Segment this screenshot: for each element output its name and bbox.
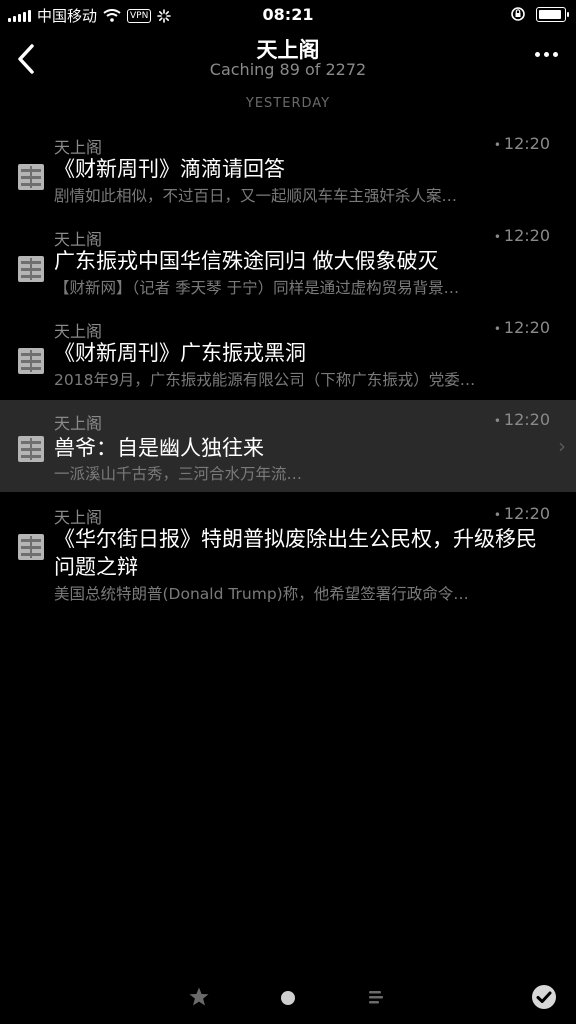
chevron-right-icon: ›: [558, 434, 566, 458]
battery-icon: [536, 6, 569, 22]
article-time: 12:20: [494, 226, 550, 245]
article-row[interactable]: 天上阁 12:20 《财新周刊》滴滴请回答 剧情如此相似，不过百日，又一起顺风车…: [0, 130, 576, 222]
article-summary: 剧情如此相似，不过百日，又一起顺风车车主强奸杀人案…: [54, 187, 458, 205]
article-row-selected[interactable]: 天上阁 12:20 兽爷：自是幽人独往来 一派溪山千古秀，三河合水万年流… ›: [0, 400, 576, 492]
article-time: 12:20: [494, 410, 550, 429]
article-summary: 2018年9月，广东振戎能源有限公司（下称广东振戎）党委…: [54, 371, 476, 389]
status-right: [510, 6, 569, 22]
article-row[interactable]: 天上阁 12:20 《财新周刊》广东振戎黑洞 2018年9月，广东振戎能源有限公…: [0, 314, 576, 406]
list-icon[interactable]: [366, 988, 386, 1006]
unread-dot-icon[interactable]: [279, 989, 297, 1007]
status-time: 08:21: [262, 5, 314, 24]
status-bar: 中国移动 VPN 08:21: [0, 0, 576, 30]
feed-brick-icon: [18, 436, 44, 462]
caching-status: Caching 89 of 2272: [209, 60, 367, 79]
article-title: 《财新周刊》滴滴请回答: [54, 157, 285, 181]
star-icon[interactable]: [188, 986, 210, 1008]
bottom-toolbar: [0, 964, 576, 1024]
article-time: 12:20: [494, 504, 550, 523]
more-options-icon[interactable]: [535, 52, 558, 57]
rotation-lock-icon: [511, 7, 525, 21]
article-summary: 【财新网】（记者 季天琴 于宁）同样是通过虚构贸易背景…: [54, 279, 460, 297]
mark-all-read-check-icon[interactable]: [531, 984, 557, 1010]
article-row[interactable]: 天上阁 12:20 《华尔街日报》特朗普拟废除出生公民权，升级移民问题之辩 美国…: [0, 500, 576, 620]
article-title: 广东振戎中国华信殊途同归 做大假象破灭: [54, 249, 439, 273]
feed-brick-icon: [18, 348, 44, 374]
feed-brick-icon: [18, 256, 44, 282]
article-time: 12:20: [494, 318, 550, 337]
article-title: 《财新周刊》广东振戎黑洞: [54, 341, 306, 365]
article-summary: 美国总统特朗普(Donald Trump)称，他希望签署行政命令…: [54, 585, 469, 603]
article-row[interactable]: 天上阁 12:20 广东振戎中国华信殊途同归 做大假象破灭 【财新网】（记者 季…: [0, 222, 576, 314]
article-title: 《华尔街日报》特朗普拟废除出生公民权，升级移民问题之辩: [54, 527, 537, 579]
feed-brick-icon: [18, 534, 44, 560]
article-title: 兽爷：自是幽人独往来: [54, 436, 264, 460]
feed-brick-icon: [18, 164, 44, 190]
navigation-bar: 天上阁 Caching 89 of 2272: [0, 30, 576, 90]
article-time: 12:20: [494, 134, 550, 153]
section-header: YESTERDAY: [245, 96, 331, 111]
article-source: 天上阁: [54, 414, 103, 433]
article-summary: 一派溪山千古秀，三河合水万年流…: [54, 465, 303, 483]
